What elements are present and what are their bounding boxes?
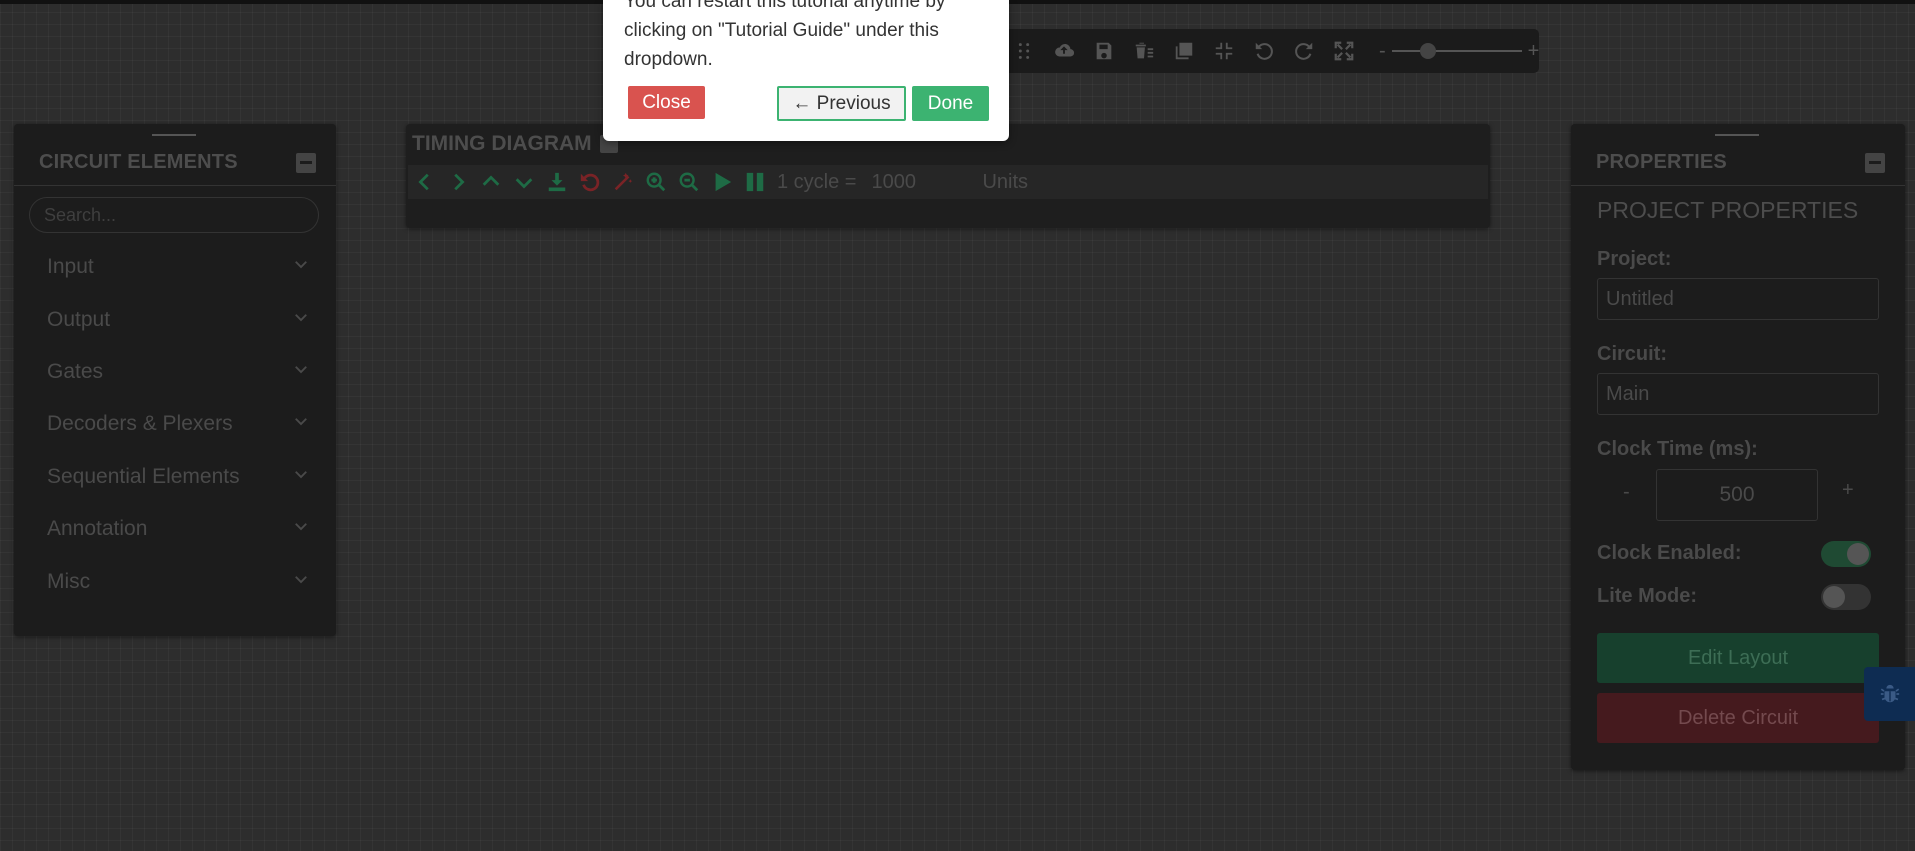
clock-enabled-toggle[interactable] <box>1821 541 1871 567</box>
properties-header: PROPERTIES <box>1571 140 1905 186</box>
clock-time-label: Clock Time (ms): <box>1597 438 1758 460</box>
timing-diagram-controls: 1 cycle = 1000 Units <box>408 165 1488 199</box>
circuit-name-input[interactable]: Main <box>1597 373 1879 415</box>
drag-handle-icon[interactable] <box>1013 39 1035 63</box>
list-item[interactable]: Misc <box>14 555 336 607</box>
panel-drag-handle[interactable] <box>152 134 196 136</box>
copy-icon[interactable] <box>1173 39 1195 63</box>
chevron-down-icon <box>292 412 310 436</box>
project-label: Project: <box>1597 248 1672 270</box>
cloud-upload-icon[interactable] <box>1053 39 1075 63</box>
list-item-label: Output <box>47 307 111 331</box>
chevron-down-icon <box>292 360 310 384</box>
circuit-label: Circuit: <box>1597 343 1667 365</box>
delete-all-icon[interactable] <box>1133 39 1155 63</box>
delete-circuit-button[interactable]: Delete Circuit <box>1597 693 1879 743</box>
timing-diagram-title: TIMING DIAGRAM <box>412 132 592 155</box>
list-item-label: Decoders & Plexers <box>47 412 233 436</box>
clock-decrement-button[interactable]: - <box>1623 481 1630 504</box>
list-item-label: Gates <box>47 359 104 383</box>
circuit-elements-panel: CIRCUIT ELEMENTS Input Output Gates Decoder… <box>14 124 336 636</box>
project-properties-heading: PROJECT PROPERTIES <box>1597 197 1859 223</box>
minimize-icon[interactable] <box>1865 152 1885 173</box>
cycle-label: 1 cycle = <box>777 170 857 193</box>
zoom-slider[interactable] <box>1391 43 1522 59</box>
zoom-out-icon[interactable] <box>676 169 702 195</box>
tutorial-text: You can restart this tutorial anytime by… <box>624 0 946 70</box>
circuit-elements-list: Input Output Gates Decoders & Plexers Sequen… <box>14 241 336 608</box>
list-item-label: Sequential Elements <box>47 464 240 488</box>
clock-increment-button[interactable]: + <box>1842 479 1854 502</box>
timing-diagram-header: TIMING DIAGRAM <box>412 132 618 156</box>
undo-icon[interactable] <box>1253 39 1275 63</box>
list-item[interactable]: Output <box>14 293 336 345</box>
properties-title: PROPERTIES <box>1596 151 1727 173</box>
list-item-label: Input <box>47 255 94 279</box>
pause-icon[interactable] <box>742 169 768 195</box>
done-button[interactable]: Done <box>912 86 989 121</box>
fullscreen-icon[interactable] <box>1333 39 1355 63</box>
zoom-in-icon[interactable] <box>643 169 669 195</box>
chevron-down-icon <box>292 255 310 279</box>
circuit-elements-header: CIRCUIT ELEMENTS <box>14 140 336 186</box>
chevron-down-icon <box>292 308 310 332</box>
panel-drag-handle[interactable] <box>1715 134 1759 136</box>
zoom-control: - + <box>1379 41 1539 61</box>
units-label: Units <box>982 170 1029 193</box>
lite-mode-toggle[interactable] <box>1821 584 1871 610</box>
chevron-down-icon <box>292 517 310 541</box>
lite-mode-label: Lite Mode: <box>1597 585 1697 607</box>
chevron-down-icon <box>292 465 310 489</box>
close-button[interactable]: Close <box>628 86 705 119</box>
list-item[interactable]: Gates <box>14 346 336 398</box>
project-name-input[interactable]: Untitled <box>1597 278 1879 320</box>
reset-icon[interactable] <box>577 169 603 195</box>
edit-layout-button[interactable]: Edit Layout <box>1597 633 1879 683</box>
circuit-elements-title: CIRCUIT ELEMENTS <box>39 151 238 173</box>
cycle-units-input[interactable]: 1000 <box>871 171 971 194</box>
list-item[interactable]: Sequential Elements <box>14 451 336 503</box>
report-bug-button[interactable] <box>1864 667 1915 721</box>
chevron-left-icon[interactable] <box>412 169 438 195</box>
clock-time-input[interactable]: 500 <box>1656 469 1818 521</box>
chevron-down-icon <box>292 570 310 594</box>
search-input[interactable] <box>29 197 319 233</box>
chevron-up-icon[interactable] <box>478 169 504 195</box>
previous-button[interactable]: ← Previous <box>777 86 906 121</box>
redo-icon[interactable] <box>1293 39 1315 63</box>
play-icon[interactable] <box>709 169 735 195</box>
save-icon[interactable] <box>1093 39 1115 63</box>
bug-icon <box>1880 684 1899 703</box>
clock-enabled-label: Clock Enabled: <box>1597 542 1742 564</box>
list-item-label: Misc <box>47 569 91 593</box>
magic-wand-icon[interactable] <box>610 169 636 195</box>
minimize-icon[interactable] <box>296 152 316 173</box>
list-item[interactable]: Input <box>14 241 336 293</box>
tutorial-popover: You can restart this tutorial anytime by… <box>603 0 1009 141</box>
list-item-label: Annotation <box>47 517 148 541</box>
list-item[interactable]: Annotation <box>14 503 336 555</box>
download-icon[interactable] <box>544 169 570 195</box>
fit-screen-icon[interactable] <box>1213 39 1235 63</box>
chevron-right-icon[interactable] <box>445 169 471 195</box>
canvas-toolbar: - + <box>985 29 1539 73</box>
properties-panel: PROPERTIES PROJECT PROPERTIES Project: U… <box>1571 124 1905 770</box>
zoom-in-button[interactable]: + <box>1528 41 1540 61</box>
chevron-down-icon[interactable] <box>511 169 537 195</box>
zoom-out-button[interactable]: - <box>1379 41 1386 61</box>
zoom-slider-knob[interactable] <box>1419 43 1436 59</box>
list-item[interactable]: Decoders & Plexers <box>14 398 336 450</box>
